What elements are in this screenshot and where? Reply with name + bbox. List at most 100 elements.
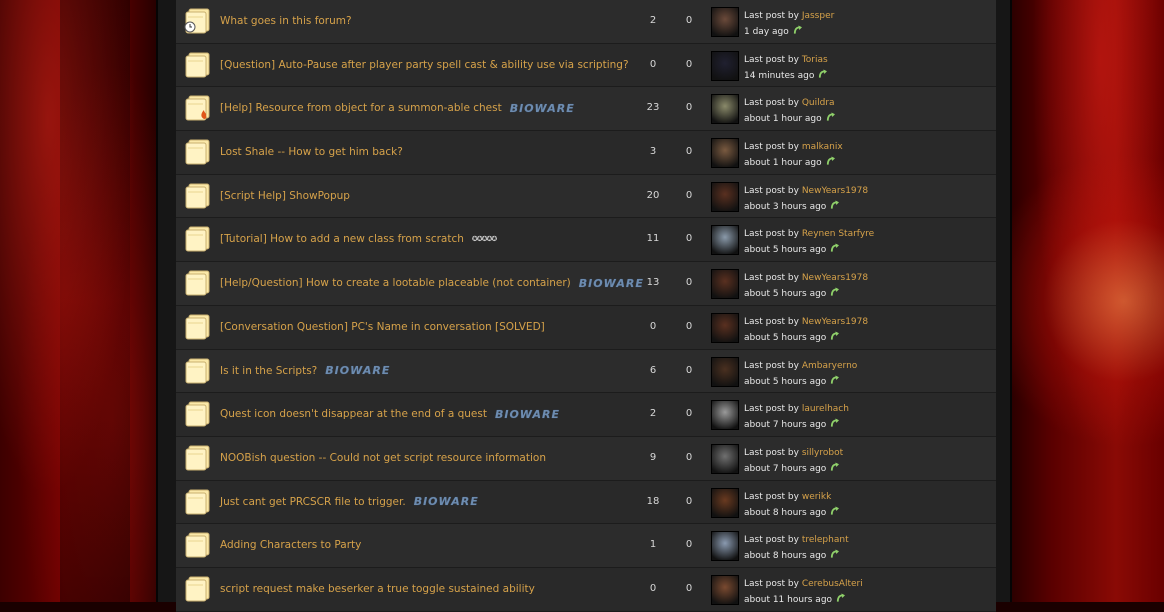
topic-title-link[interactable]: Lost Shale -- How to get him back? <box>220 146 403 158</box>
go-to-last-post-icon[interactable] <box>830 462 840 472</box>
avatar[interactable] <box>711 487 739 518</box>
reply-count: 2 <box>649 15 657 26</box>
reply-count: 3 <box>649 146 657 158</box>
avatar[interactable] <box>711 181 739 212</box>
topic-title-cell: script request make beserker a true togg… <box>220 568 640 610</box>
avatar[interactable] <box>711 312 739 343</box>
last-post-user-link[interactable]: trelephant <box>802 535 849 545</box>
last-post-user-link[interactable]: Quildra <box>802 98 835 108</box>
topic-title-link[interactable]: NOOBish question -- Could not get script… <box>220 452 546 464</box>
avatar[interactable] <box>711 50 739 81</box>
avatar[interactable] <box>711 138 739 169</box>
last-post-time: about 5 hours ago <box>744 332 827 343</box>
go-to-last-post-icon[interactable] <box>830 243 840 253</box>
go-to-last-post-icon[interactable] <box>830 200 840 210</box>
last-post-label: Last post by <box>744 229 799 240</box>
topic-title-link[interactable]: script request make beserker a true togg… <box>220 583 535 595</box>
topic-title-link[interactable]: [Help] Resource from object for a summon… <box>220 102 502 114</box>
last-post-user-link[interactable]: Reynen Starfyre <box>802 229 874 239</box>
topic-row: Quest icon doesn't disappear at the end … <box>176 393 996 437</box>
go-to-last-post-icon[interactable] <box>830 506 840 516</box>
go-to-last-post-icon[interactable] <box>830 287 840 297</box>
topic-title-link[interactable]: Just cant get PRCSCR file to trigger. <box>220 496 406 508</box>
folder-icon <box>184 532 212 558</box>
topic-title-link[interactable]: Adding Characters to Party <box>220 539 361 551</box>
avatar[interactable] <box>711 531 739 562</box>
last-post-user-link[interactable]: laurelhach <box>802 404 849 414</box>
last-post-user-link[interactable]: Ambaryerno <box>802 361 857 371</box>
last-post-info: Last post by Quildra about 1 hour ago <box>744 95 835 127</box>
go-to-last-post-icon[interactable] <box>836 593 846 603</box>
go-to-last-post-icon[interactable] <box>830 375 840 385</box>
last-post-info: Last post by laurelhach about 7 hours ag… <box>744 401 849 433</box>
view-count: 0 <box>685 364 693 376</box>
last-post-user-link[interactable]: werikk <box>802 492 832 502</box>
bioware-badge: BIOWARE <box>325 364 391 377</box>
avatar[interactable] <box>711 574 739 605</box>
topic-title-cell: NOOBish question -- Could not get script… <box>220 437 640 479</box>
go-to-last-post-icon[interactable] <box>818 69 828 79</box>
avatar[interactable] <box>711 94 739 125</box>
go-to-last-post-icon[interactable] <box>830 418 840 428</box>
topic-row: What goes in this forum? 2 0 Last post b… <box>176 0 996 44</box>
last-post-label: Last post by <box>744 360 799 371</box>
avatar[interactable] <box>711 225 739 256</box>
topic-title-link[interactable]: [Tutorial] How to add a new class from s… <box>220 233 464 245</box>
go-to-last-post-icon[interactable] <box>830 549 840 559</box>
topic-title-link[interactable]: Quest icon doesn't disappear at the end … <box>220 408 487 420</box>
go-to-last-post-icon[interactable] <box>830 331 840 341</box>
avatar[interactable] <box>711 356 739 387</box>
folder-icon <box>184 8 212 34</box>
avatar[interactable] <box>711 7 739 37</box>
topic-title-cell: Just cant get PRCSCR file to trigger. BI… <box>220 481 640 523</box>
last-post-info: Last post by Ambaryerno about 5 hours ag… <box>744 358 857 390</box>
topic-title-link[interactable]: [Script Help] ShowPopup <box>220 190 350 202</box>
last-post-user-link[interactable]: NewYears1978 <box>802 273 868 283</box>
last-post-time: about 5 hours ago <box>744 245 827 256</box>
last-post-time: about 3 hours ago <box>744 201 827 212</box>
last-post-user-link[interactable]: Torias <box>802 55 828 65</box>
reply-count: 20 <box>646 189 660 201</box>
topic-title-cell: [Tutorial] How to add a new class from s… <box>220 218 640 260</box>
folder-icon <box>184 314 212 340</box>
avatar[interactable] <box>711 269 739 300</box>
topic-row: [Help/Question] How to create a lootable… <box>176 262 996 306</box>
last-post-info: Last post by NewYears1978 about 3 hours … <box>744 183 868 215</box>
topic-row: [Tutorial] How to add a new class from s… <box>176 218 996 263</box>
last-post-user-link[interactable]: NewYears1978 <box>802 317 868 327</box>
last-post-label: Last post by <box>744 316 799 327</box>
last-post-label: Last post by <box>744 273 799 284</box>
last-post-label: Last post by <box>744 11 799 21</box>
last-post-user-link[interactable]: Jassper <box>802 11 835 21</box>
topic-title-cell: [Script Help] ShowPopup <box>220 175 640 217</box>
topic-title-link[interactable]: [Conversation Question] PC's Name in con… <box>220 321 545 333</box>
view-count: 0 <box>685 408 693 420</box>
topic-title-link[interactable]: [Question] Auto-Pause after player party… <box>220 59 629 71</box>
folder-icon <box>184 52 212 78</box>
last-post-time: about 5 hours ago <box>744 289 827 300</box>
topic-title-cell: Is it in the Scripts? BIOWARE <box>220 350 640 392</box>
avatar[interactable] <box>711 443 739 474</box>
go-to-last-post-icon[interactable] <box>793 25 802 35</box>
last-post-info: Last post by Jassper 1 day ago <box>744 8 834 40</box>
last-post-user-link[interactable]: NewYears1978 <box>802 186 868 196</box>
topic-title-link[interactable]: Is it in the Scripts? <box>220 365 317 377</box>
topic-title-cell: [Conversation Question] PC's Name in con… <box>220 306 640 348</box>
last-post-user-link[interactable]: sillyrobot <box>802 448 843 458</box>
topic-list: What goes in this forum? 2 0 Last post b… <box>176 0 996 612</box>
topic-row: Adding Characters to Party 1 0 Last post… <box>176 524 996 568</box>
last-post-user-link[interactable]: CerebusAlteri <box>802 579 863 589</box>
avatar[interactable] <box>711 400 739 431</box>
bioware-badge: BIOWARE <box>413 495 479 509</box>
go-to-last-post-icon[interactable] <box>826 112 835 122</box>
topic-title-cell: Quest icon doesn't disappear at the end … <box>220 393 640 435</box>
last-post-user-link[interactable]: malkanix <box>802 142 843 152</box>
last-post-label: Last post by <box>744 54 799 65</box>
last-post-time: 14 minutes ago <box>744 70 815 81</box>
last-post-label: Last post by <box>744 491 799 502</box>
topic-title-link[interactable]: What goes in this forum? <box>220 15 352 27</box>
topic-title-link[interactable]: [Help/Question] How to create a lootable… <box>220 277 571 289</box>
go-to-last-post-icon[interactable] <box>826 156 835 166</box>
view-count: 0 <box>685 189 693 201</box>
reply-count: 0 <box>649 582 657 594</box>
